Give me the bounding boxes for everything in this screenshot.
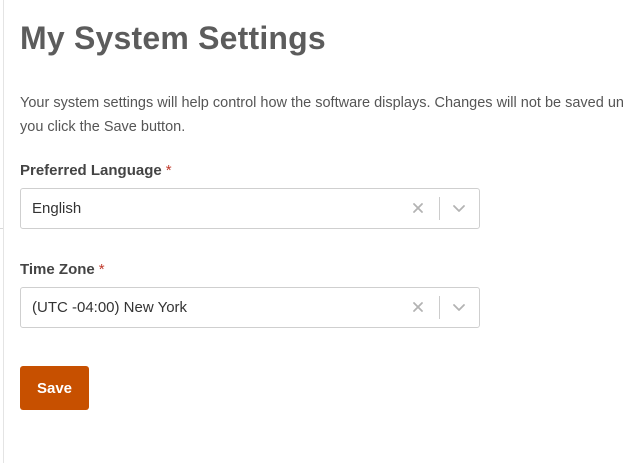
time-zone-select[interactable]: (UTC -04:00) New York [20, 287, 480, 328]
select-separator [439, 296, 440, 319]
save-button[interactable]: Save [20, 366, 89, 410]
settings-page: My System Settings Your system settings … [0, 0, 623, 463]
left-border-tick [0, 228, 3, 229]
page-description: Your system settings will help control h… [20, 95, 623, 135]
left-border [3, 0, 4, 463]
required-marker: * [98, 261, 105, 278]
preferred-language-select[interactable]: English [20, 188, 480, 229]
page-title: My System Settings [20, 20, 326, 56]
preferred-language-label-text: Preferred Language [20, 162, 162, 179]
chevron-down-icon[interactable] [452, 302, 466, 314]
close-icon[interactable] [411, 300, 425, 314]
time-zone-label: Time Zone * [20, 261, 105, 278]
required-marker: * [165, 162, 172, 179]
close-icon[interactable] [411, 201, 425, 215]
select-separator [439, 197, 440, 220]
time-zone-label-text: Time Zone [20, 261, 95, 278]
preferred-language-label: Preferred Language * [20, 162, 172, 179]
chevron-down-icon[interactable] [452, 203, 466, 215]
preferred-language-value: English [32, 200, 82, 217]
time-zone-value: (UTC -04:00) New York [32, 299, 188, 316]
